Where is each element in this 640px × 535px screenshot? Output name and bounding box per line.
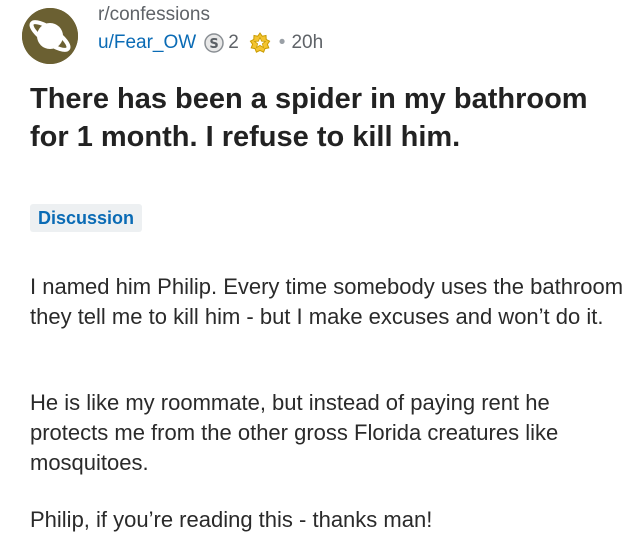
subreddit-avatar[interactable] xyxy=(22,8,78,64)
post-body-paragraph: Philip, if you’re reading this - thanks … xyxy=(30,507,433,532)
author-line: u/Fear_OW S 2 • 20h xyxy=(98,32,323,54)
post-flair[interactable]: Discussion xyxy=(30,204,143,232)
planet-icon xyxy=(22,8,78,64)
subreddit-name[interactable]: r/confessions xyxy=(98,4,210,26)
silver-award-count: 2 xyxy=(228,32,239,53)
post-timestamp: 20h xyxy=(291,32,324,53)
meta-separator: • xyxy=(278,32,286,53)
author-username[interactable]: u/Fear_OW xyxy=(98,32,196,54)
post-body-paragraph: I named him Philip. Every time somebody … xyxy=(30,274,624,329)
post-header: r/confessions u/Fear_OW S 2 • 20h xyxy=(20,4,620,64)
post-title[interactable]: There has been a spider in my bathroom f… xyxy=(30,80,610,156)
silver-award-icon[interactable]: S xyxy=(204,33,224,53)
gold-award-icon[interactable] xyxy=(249,32,271,54)
svg-text:S: S xyxy=(210,37,219,52)
post-body-paragraph: He is like my roommate, but instead of p… xyxy=(30,390,559,475)
